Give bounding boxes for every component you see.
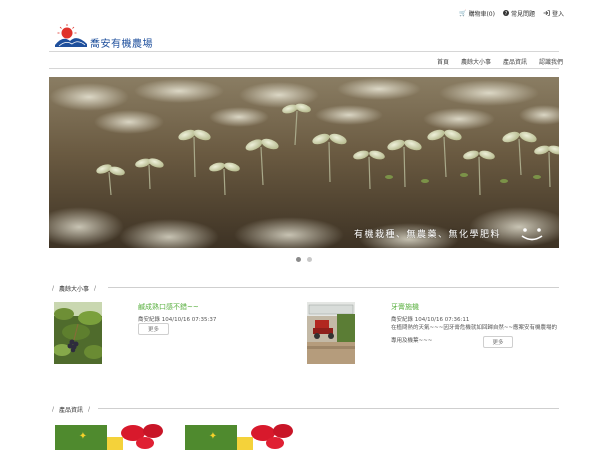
- login-link[interactable]: 登入: [543, 9, 564, 18]
- header-divider: [49, 51, 559, 52]
- nav-products[interactable]: 產品資訊: [503, 57, 527, 66]
- products-section-title: 產品資訊: [59, 407, 84, 414]
- cart-icon: 🛒: [458, 9, 467, 17]
- product-thumbnail[interactable]: ✦: [55, 421, 167, 450]
- site-logo[interactable]: 喬安有機農場: [54, 23, 164, 50]
- carousel-dot-2[interactable]: [307, 257, 312, 262]
- news-item-title[interactable]: 牙膏施機: [391, 302, 419, 312]
- site-name: 喬安有機農場: [90, 39, 153, 50]
- products-section-divider: [98, 408, 559, 409]
- carousel-dot-1[interactable]: [296, 257, 301, 262]
- cart-label: 購物車(0): [468, 11, 495, 18]
- question-circle-icon: ?: [502, 9, 509, 18]
- tractor-field-photo: [307, 302, 355, 364]
- news-thumbnail[interactable]: [54, 302, 102, 364]
- svg-text:✦: ✦: [79, 431, 87, 442]
- radish-product-photo: ✦: [55, 421, 167, 450]
- nav-divider: [49, 68, 559, 69]
- login-label: 登入: [551, 11, 564, 18]
- logo-mark-icon: [55, 24, 87, 47]
- news-section-title: 農餘大小事: [59, 286, 90, 293]
- banner-slogan: 有機栽種、無農藥、無化學肥料: [353, 230, 501, 240]
- nav-farm-news[interactable]: 農餘大小事: [461, 57, 491, 66]
- news-item-excerpt: 在植問熱的天氣~~~因牙膏危機就如回歸自然~~應案安有機農場的專用及機葉~~~: [391, 325, 558, 344]
- hero-banner[interactable]: 有機栽種、無農藥、無化學肥料: [49, 77, 559, 248]
- products-section-heading: / 產品資訊 /: [52, 406, 91, 414]
- grape-vine-photo: [54, 302, 102, 364]
- nav-about[interactable]: 認識我們: [539, 57, 563, 66]
- seedlings-photo: [49, 77, 559, 248]
- faq-link[interactable]: ? 常見問題: [502, 9, 535, 18]
- news-section-divider: [108, 287, 559, 288]
- smiley-face-icon: [521, 228, 543, 241]
- svg-text:✦: ✦: [209, 431, 217, 442]
- cart-link[interactable]: 🛒 購物車(0): [459, 9, 495, 18]
- sign-in-icon: [543, 9, 550, 18]
- nav-home[interactable]: 首頁: [437, 57, 449, 66]
- news-more-button[interactable]: 更多: [138, 323, 169, 335]
- top-utility-bar: 🛒 購物車(0) ? 常見問題 登入: [459, 9, 564, 18]
- news-item-title[interactable]: 鹹成熟口感不錯~~: [138, 302, 199, 312]
- news-more-button[interactable]: 更多: [483, 336, 513, 348]
- product-thumbnail[interactable]: ✦: [185, 421, 297, 450]
- faq-label: 常見問題: [510, 11, 535, 18]
- news-thumbnail[interactable]: [307, 302, 355, 364]
- main-nav: 首頁 農餘大小事 產品資訊 認識我們: [437, 57, 563, 66]
- news-item-meta: 喬安紀錄 104/10/16 07:35:37: [138, 317, 217, 323]
- radish-product-photo: ✦: [185, 421, 297, 450]
- news-section-heading: / 農餘大小事 /: [52, 285, 97, 293]
- carousel-indicators: [296, 257, 312, 262]
